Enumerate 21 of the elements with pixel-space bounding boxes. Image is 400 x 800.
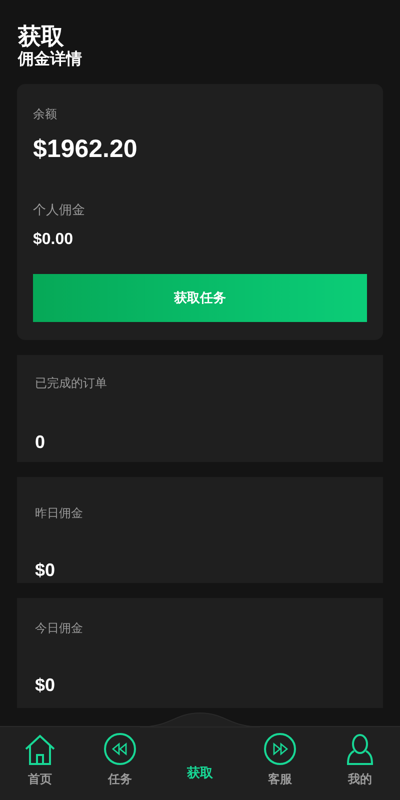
stat-label: 已完成的订单: [35, 375, 107, 391]
nav-tab[interactable]: 首页: [28, 770, 52, 788]
balance-amount: $1962.20: [33, 134, 138, 164]
commission-amount: $0.00: [33, 230, 74, 250]
stat-value: 0: [35, 431, 46, 453]
balance-label: 余额: [33, 106, 57, 122]
nav-tab[interactable]: 客服: [268, 770, 292, 788]
commission-label: 个人佣金: [33, 202, 85, 218]
stat-value: $0: [35, 559, 56, 581]
nav-tab[interactable]: 任务: [108, 770, 132, 788]
stat-label: 今日佣金: [35, 620, 83, 636]
stat-label: 昨日佣金: [35, 505, 83, 521]
nav-tab[interactable]: 获取: [187, 762, 213, 782]
nav-tab[interactable]: 我的: [348, 770, 372, 788]
person-icon: [347, 734, 373, 766]
fast-forward-icon: [263, 732, 297, 766]
rewind-icon: [103, 732, 137, 766]
stat-value: $0: [35, 674, 56, 696]
house-icon: [24, 734, 56, 766]
page-subtitle: 佣金详情: [18, 50, 83, 70]
page-title: 获取: [18, 22, 65, 50]
